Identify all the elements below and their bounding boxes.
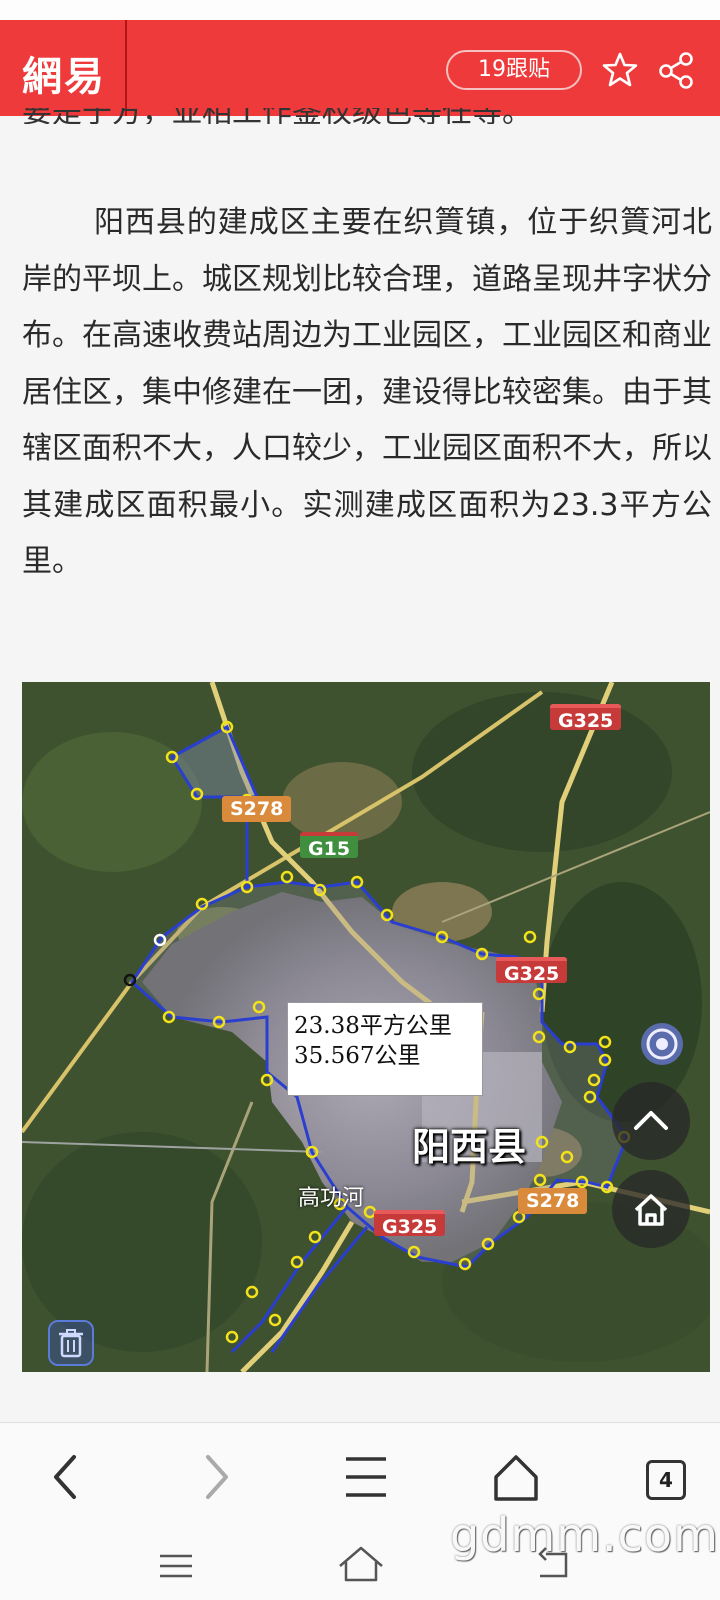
road-badge-g325: G325	[374, 1210, 446, 1238]
netease-logo[interactable]: 網易	[22, 44, 106, 102]
article-paragraph: 阳西县的建成区主要在织篢镇，位于织篢河北岸的平坝上。城区规划比较合理，道路呈现井…	[22, 205, 712, 579]
home-icon	[634, 1194, 668, 1226]
home-float-button[interactable]	[612, 1170, 690, 1248]
scroll-top-button[interactable]	[612, 1082, 690, 1160]
locate-icon[interactable]	[638, 1020, 686, 1068]
road-badge-g325: G325	[550, 704, 622, 732]
home-icon[interactable]	[484, 1445, 548, 1509]
site-watermark: gdmm.com	[450, 1508, 719, 1562]
header-divider	[125, 20, 127, 116]
road-badge-g325: G325	[496, 957, 568, 985]
back-icon[interactable]	[34, 1445, 98, 1509]
area-value: 23.38平方公里	[294, 1013, 452, 1039]
recent-apps-icon[interactable]	[156, 1546, 196, 1586]
comments-button[interactable]: 19跟贴	[446, 50, 582, 90]
road-badge-s278: S278	[222, 796, 292, 822]
app-header: 網易 19跟贴	[0, 20, 720, 116]
river-label: 高功河	[298, 1186, 365, 1211]
chevron-up-icon	[634, 1111, 668, 1130]
tab-count-button[interactable]: 4	[646, 1460, 686, 1500]
clipped-text-line: 要是于方，亚相工作鉴权级色等任等。	[22, 108, 532, 124]
system-home-icon[interactable]	[336, 1542, 386, 1586]
perimeter-value: 35.567公里	[294, 1043, 421, 1069]
measurement-popup: 23.38平方公里 35.567公里	[287, 1002, 483, 1096]
share-icon[interactable]	[656, 50, 696, 90]
status-bar	[0, 0, 720, 20]
forward-icon[interactable]	[184, 1445, 248, 1509]
star-icon[interactable]	[600, 50, 640, 90]
menu-icon[interactable]	[334, 1445, 398, 1509]
road-badge-s278: S278	[518, 1188, 588, 1214]
road-badge-g15: G15	[300, 832, 359, 860]
delete-button[interactable]	[48, 1320, 94, 1366]
city-label: 阳西县	[412, 1125, 527, 1169]
trash-icon	[59, 1329, 83, 1358]
